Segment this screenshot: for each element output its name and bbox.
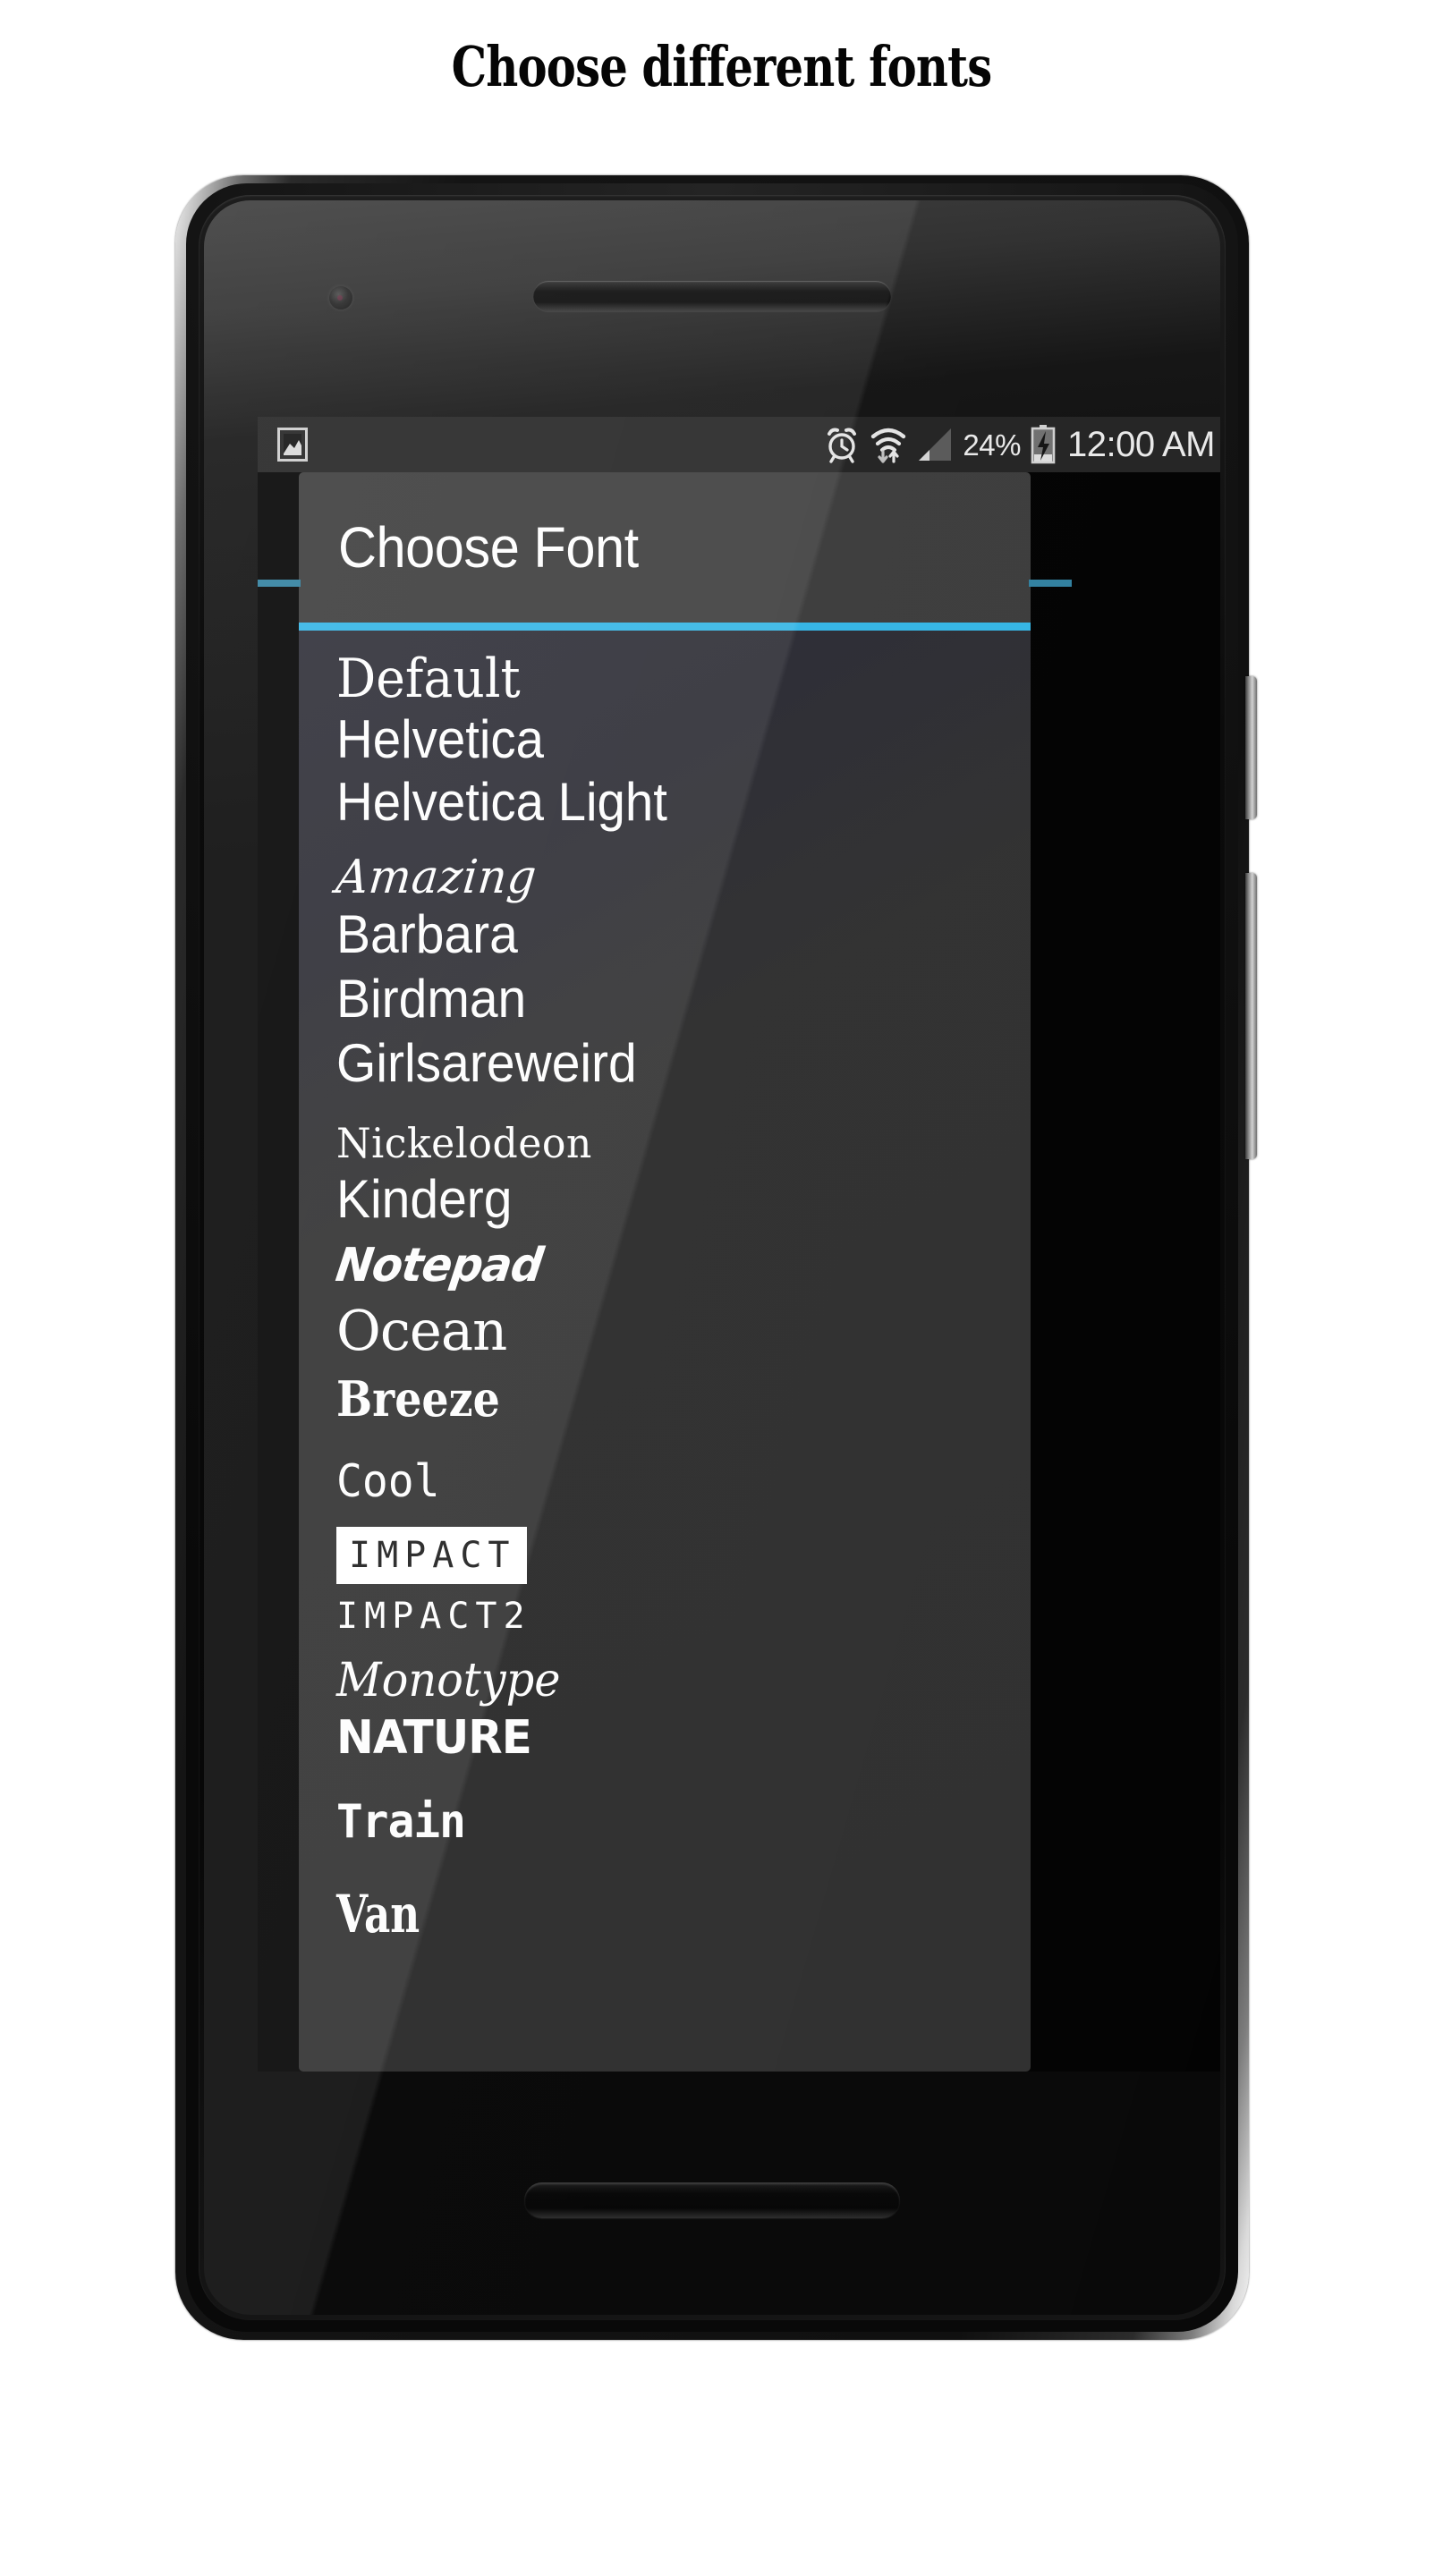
status-bar-right-icons: 24% 12:00 AM (824, 425, 1216, 464)
font-option-train[interactable]: Train (336, 1799, 996, 1845)
font-option-amazing[interactable]: Amazing (333, 851, 998, 904)
font-option-kinderg[interactable]: Kinderg (336, 1173, 996, 1226)
phone-front-glass: 24% 12:00 AM Choose Font Default Helveti… (204, 200, 1220, 2315)
battery-percentage: 24% (963, 428, 1021, 462)
font-option-barbara[interactable]: Barbara (336, 908, 996, 962)
font-option-monotype[interactable]: Monotype (336, 1657, 996, 1704)
font-option-label: Monotype (336, 1654, 561, 1707)
earpiece-speaker-icon (533, 281, 891, 311)
font-option-label: Helvetica Light (336, 772, 667, 832)
font-option-label: Ocean (336, 1298, 507, 1363)
font-option-label: Breeze (336, 1370, 500, 1428)
font-option-label: NATURE (336, 1711, 532, 1765)
divider-stub-right (1029, 580, 1072, 587)
status-bar: 24% 12:00 AM (258, 417, 1220, 472)
dialog-body[interactable]: Default Helvetica Helvetica Light Amazing Ba… (299, 631, 1031, 2072)
alarm-clock-icon (824, 426, 860, 463)
bottom-speaker-icon (524, 2182, 900, 2218)
font-option-breeze[interactable]: Breeze (336, 1375, 947, 1423)
font-option-notepad[interactable]: Notepad (332, 1239, 999, 1292)
front-camera-icon (329, 286, 352, 309)
font-option-helvetica[interactable]: Helvetica (336, 713, 989, 767)
font-option-girlsareweird[interactable]: Girlsareweird (336, 1037, 996, 1090)
power-button[interactable] (1245, 676, 1257, 819)
font-option-label: Cool (336, 1455, 440, 1507)
choose-font-dialog: Choose Font Default Helvetica Helvetica Li… (258, 472, 1072, 2072)
font-option-label: Birdman (336, 969, 527, 1029)
font-option-van[interactable]: Van (336, 1888, 878, 1940)
volume-button[interactable] (1245, 873, 1257, 1159)
font-option-label: Nickelodeon (336, 1119, 592, 1167)
font-option-label: IMPACT (336, 1527, 527, 1584)
font-option-label: Amazing (333, 851, 540, 904)
font-option-label: Helvetica (336, 709, 544, 769)
font-option-nickelodeon[interactable]: Nickelodeon (336, 1123, 1003, 1164)
image-icon (277, 428, 308, 462)
font-option-nature[interactable]: NATURE (336, 1715, 1003, 1761)
page-title: Choose different fonts (451, 34, 993, 99)
font-option-label: Notepad (332, 1239, 547, 1292)
font-option-impact[interactable]: IMPACT (336, 1527, 1031, 1584)
font-option-label: Girlsareweird (336, 1033, 637, 1093)
font-option-label: IMPACT2 (336, 1596, 531, 1637)
status-bar-clock: 12:00 AM (1066, 425, 1216, 464)
wifi-icon (870, 425, 907, 464)
dialog-title: Choose Font (338, 515, 639, 580)
font-option-label: Default (336, 648, 521, 710)
font-option-impact2[interactable]: IMPACT2 (336, 1598, 1031, 1634)
font-option-default[interactable]: Default (336, 652, 975, 706)
font-option-list[interactable]: Default Helvetica Helvetica Light Amazing Ba… (299, 652, 1031, 1940)
font-option-label: Barbara (336, 904, 518, 964)
divider-stub-left (258, 580, 301, 587)
font-option-ocean[interactable]: Ocean (336, 1303, 1016, 1359)
phone-screen: 24% 12:00 AM Choose Font Default Helveti… (258, 417, 1220, 2072)
dialog-accent-divider (299, 623, 1031, 631)
status-bar-left-icons (277, 428, 308, 462)
cellular-signal-icon (917, 427, 953, 462)
font-option-label: Van (336, 1884, 420, 1945)
font-option-birdman[interactable]: Birdman (336, 972, 996, 1026)
font-option-cool[interactable]: Cool (336, 1459, 1003, 1504)
font-option-label: Train (336, 1795, 466, 1849)
dialog-header: Choose Font (299, 472, 1031, 623)
battery-charging-icon (1031, 425, 1056, 464)
font-option-label: Kinderg (336, 1169, 513, 1229)
font-option-helvetica-light[interactable]: Helvetica Light (336, 775, 989, 829)
smartphone-device: 24% 12:00 AM Choose Font Default Helveti… (175, 175, 1257, 2340)
